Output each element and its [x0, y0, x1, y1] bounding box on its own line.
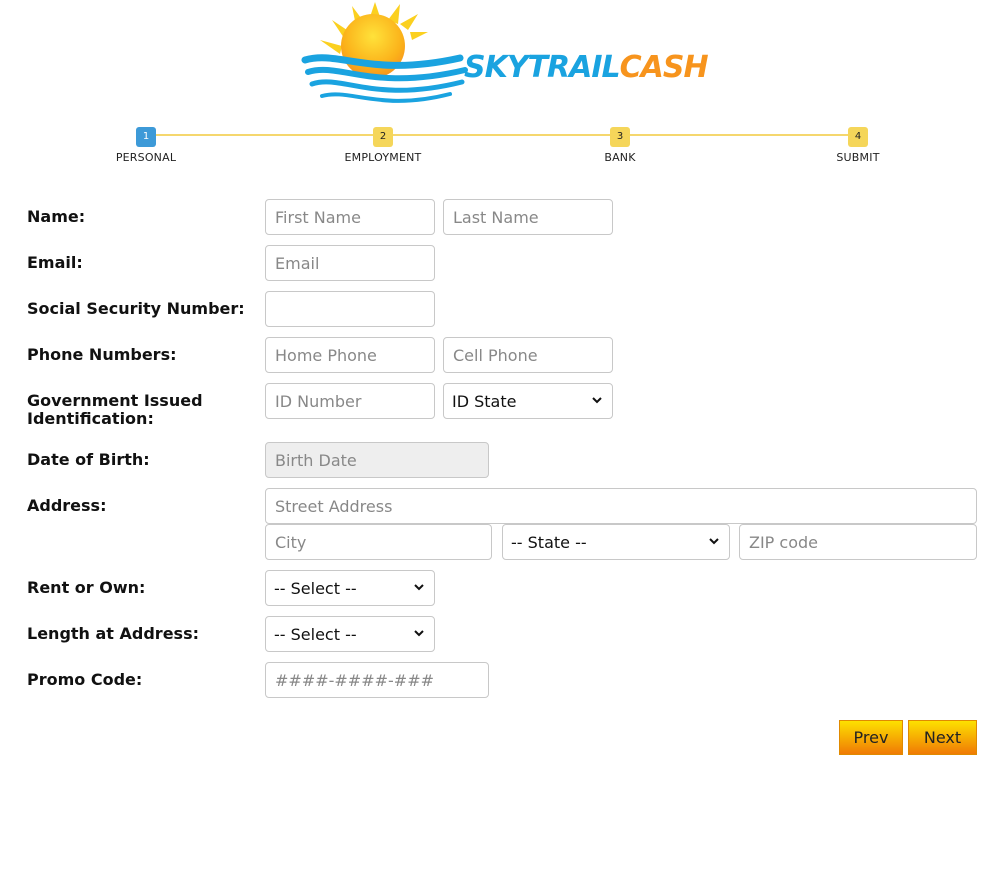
gov-id-label-line2: Identification: [27, 409, 154, 428]
step-personal: 1 PERSONAL [86, 124, 206, 164]
ssn-input[interactable] [265, 291, 435, 327]
step-label: PERSONAL [115, 151, 177, 164]
length-at-address-label: Length at Address: [27, 624, 199, 643]
brand-wordmark-part2: CASH [619, 50, 709, 85]
brand-wordmark: SKYTRAILCASH [464, 50, 709, 86]
address-state-select-wrap: -- State -- [502, 524, 730, 560]
next-button[interactable]: Next [908, 720, 977, 755]
email-label: Email: [27, 253, 83, 272]
city-input[interactable] [265, 524, 492, 560]
ssn-label: Social Security Number: [27, 299, 245, 318]
rent-own-select-wrap: -- Select -- [265, 570, 435, 606]
address-label: Address: [27, 496, 107, 515]
step-number: 4 [848, 127, 868, 147]
step-bank: 3 BANK [560, 124, 680, 164]
first-name-input[interactable] [265, 199, 435, 235]
step-label: BANK [604, 151, 636, 164]
zip-code-input[interactable] [739, 524, 977, 560]
rent-own-select[interactable]: -- Select -- [265, 570, 435, 606]
step-number: 2 [373, 127, 393, 147]
brand-wordmark-part1: SKYTRAIL [464, 50, 621, 85]
phone-label: Phone Numbers: [27, 345, 177, 364]
name-label: Name: [27, 207, 86, 226]
step-number: 3 [610, 127, 630, 147]
home-phone-input[interactable] [265, 337, 435, 373]
gov-id-label-line1: Government Issued [27, 391, 203, 410]
dob-label: Date of Birth: [27, 450, 150, 469]
cell-phone-input[interactable] [443, 337, 613, 373]
stepper-line [146, 134, 858, 136]
prev-button[interactable]: Prev [839, 720, 903, 755]
brand-logo: SKYTRAILCASH [300, 0, 710, 112]
id-state-select[interactable]: ID State [443, 383, 613, 419]
gov-id-label: Government Issued Identification: [27, 392, 203, 428]
step-submit: 4 SUBMIT [798, 124, 918, 164]
step-label: SUBMIT [836, 151, 880, 164]
step-number: 1 [136, 127, 156, 147]
length-at-address-select[interactable]: -- Select -- [265, 616, 435, 652]
sun-waves-icon [301, 2, 468, 103]
length-at-address-select-wrap: -- Select -- [265, 616, 435, 652]
street-address-input[interactable] [265, 488, 977, 524]
birth-date-input[interactable] [265, 442, 489, 478]
last-name-input[interactable] [443, 199, 613, 235]
progress-stepper: 1 PERSONAL 2 EMPLOYMENT 3 BANK 4 SUBMIT [0, 124, 1006, 168]
address-state-select[interactable]: -- State -- [502, 524, 730, 560]
email-input[interactable] [265, 245, 435, 281]
promo-code-input[interactable] [265, 662, 489, 698]
step-label: EMPLOYMENT [344, 151, 422, 164]
id-state-select-wrap: ID State [443, 383, 613, 419]
promo-code-label: Promo Code: [27, 670, 143, 689]
id-number-input[interactable] [265, 383, 435, 419]
step-employment: 2 EMPLOYMENT [323, 124, 443, 164]
rent-own-label: Rent or Own: [27, 578, 146, 597]
